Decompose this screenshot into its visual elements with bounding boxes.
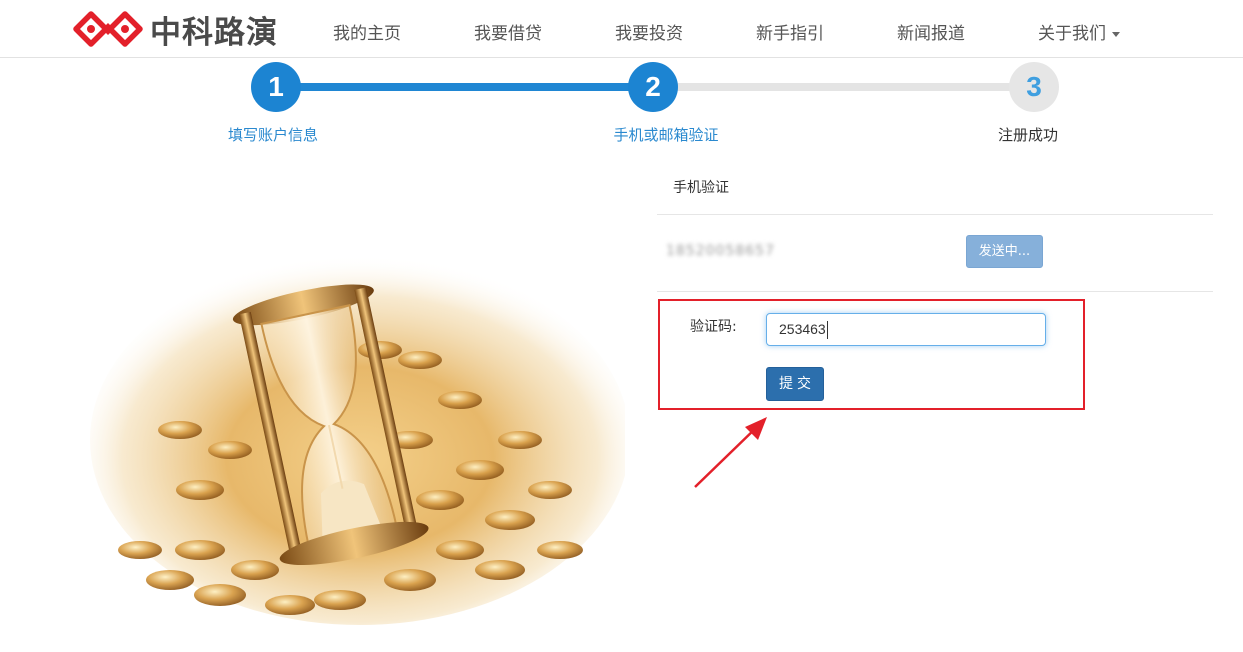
step-progress-remaining xyxy=(654,83,1034,91)
step-1-circle: 1 xyxy=(251,62,301,112)
submit-button[interactable]: 提交 xyxy=(766,367,824,401)
brand-logo-icon xyxy=(73,11,143,47)
nav-item-home[interactable]: 我的主页 xyxy=(333,19,401,44)
nav-item-guide[interactable]: 新手指引 xyxy=(756,19,824,44)
red-arrow-icon xyxy=(694,417,767,488)
nav-item-borrow[interactable]: 我要借贷 xyxy=(474,19,542,44)
verification-code-value: 253463 xyxy=(779,321,826,337)
text-cursor xyxy=(826,321,828,340)
step-3-label: 注册成功 xyxy=(997,126,1059,144)
verification-code-label: 验证码: xyxy=(690,319,737,335)
step-2-label: 手机或邮箱验证 xyxy=(613,126,719,144)
nav-item-about-label: 关于我们 xyxy=(1038,24,1106,44)
phone-verification-title: 手机验证 xyxy=(673,180,729,196)
nav-item-invest[interactable]: 我要投资 xyxy=(615,19,683,44)
verification-code-input[interactable]: 253463 xyxy=(766,313,1046,346)
send-code-button[interactable]: 发送中... xyxy=(966,235,1043,268)
top-navbar: 中科路演 我的主页 我要借贷 我要投资 新手指引 新闻报道 关于我们 xyxy=(0,0,1243,58)
step-1-label: 填写账户信息 xyxy=(227,126,319,144)
step-progress-completed xyxy=(276,83,654,91)
brand-name: 中科路演 xyxy=(150,14,278,51)
brand-logo[interactable]: 中科路演 xyxy=(72,7,278,51)
hourglass-on-coins-image xyxy=(90,255,625,625)
caret-down-icon xyxy=(1112,31,1120,37)
nav-item-about-dropdown[interactable]: 关于我们 xyxy=(1038,19,1120,44)
divider xyxy=(657,214,1213,215)
nav-item-news[interactable]: 新闻报道 xyxy=(897,19,965,44)
phone-number-value: 18520058657 xyxy=(666,243,775,259)
step-2-circle: 2 xyxy=(628,62,678,112)
step-3-circle: 3 xyxy=(1009,62,1059,112)
divider xyxy=(657,291,1213,292)
